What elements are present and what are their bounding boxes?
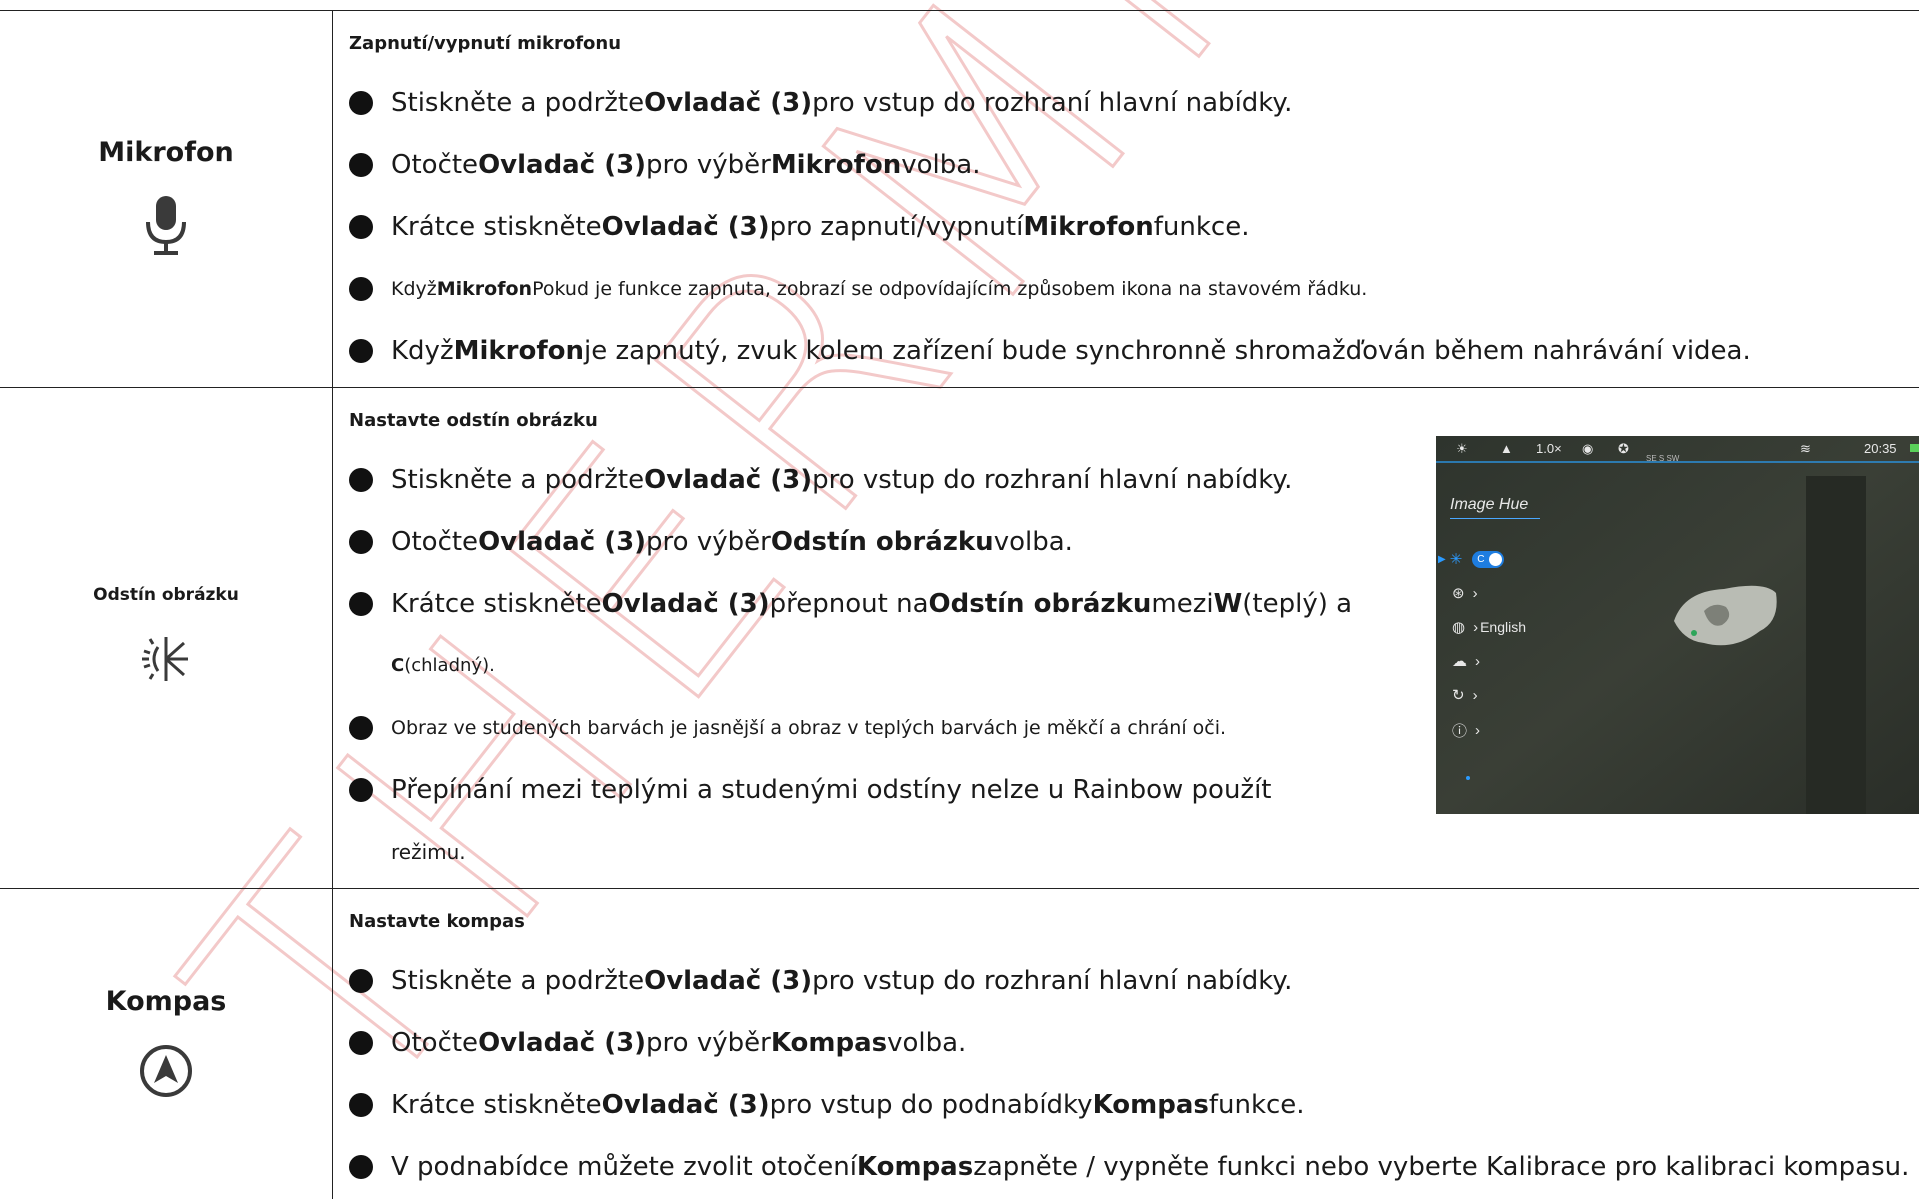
row-mikrofon: Mikrofon Zapnutí/vypnutí mikrofonu Stisk… [0, 11, 1919, 388]
list-item: V podnabídce můžete zvolit otočeníKompas… [349, 1136, 1919, 1198]
list-item: Přepínání mezi teplými a studenými odstí… [349, 759, 1919, 821]
section-heading: Nastavte odstín obrázku [349, 410, 1919, 431]
list-item: Stiskněte a podržteOvladač (3)pro vstup … [349, 72, 1919, 134]
cell-right-odstin-obrazku: Nastavte odstín obrázku Stiskněte a podr… [333, 388, 1919, 889]
section-title: Kompas [0, 986, 332, 1017]
bullet-icon [349, 339, 373, 363]
cell-left-odstin-obrazku: Odstín obrázku [0, 388, 333, 889]
bullet-icon [349, 1155, 373, 1179]
list-item: OtočteOvladač (3)pro výběrOdstín obrázku… [349, 511, 1919, 573]
bullet-icon [349, 1093, 373, 1117]
list-item: OtočteOvladač (3)pro výběrMikrofonvolba. [349, 134, 1919, 196]
list-item: Stiskněte a podržteOvladač (3)pro vstup … [349, 449, 1919, 511]
row-odstin-obrazku: Odstín obrázku [0, 388, 1919, 889]
bullet-icon [349, 592, 373, 616]
list-item: Krátce stiskněteOvladač (3)pro vstup do … [349, 1074, 1919, 1136]
list-item: Obraz ve studených barvách je jasnější a… [349, 697, 1919, 759]
microphone-icon [0, 194, 332, 262]
section-heading: Nastavte kompas [349, 911, 1919, 932]
bullet-icon [349, 468, 373, 492]
bullet-icon [349, 969, 373, 993]
bullet-icon [349, 215, 373, 239]
list-item: KdyžMikrofonje zapnutý, zvuk kolem zaříz… [349, 320, 1919, 382]
section-heading: Zapnutí/vypnutí mikrofonu [349, 33, 1919, 54]
section-title: Odstín obrázku [0, 585, 332, 605]
row-kompas: Kompas Nastavte kompas Stiskněte a podrž… [0, 889, 1919, 1199]
list-item: Stiskněte a podržteOvladač (3)pro vstup … [349, 950, 1919, 1012]
cell-left-kompas: Kompas [0, 889, 333, 1199]
bullet-icon [349, 530, 373, 554]
cell-right-mikrofon: Zapnutí/vypnutí mikrofonu Stiskněte a po… [333, 11, 1919, 388]
compass-icon [0, 1043, 332, 1103]
list-item: KdyžMikrofonPokud je funkce zapnuta, zob… [349, 258, 1919, 320]
section-title: Mikrofon [0, 137, 332, 168]
list-item: Krátce stiskněteOvladač (3)pro zapnutí/v… [349, 196, 1919, 258]
cell-left-mikrofon: Mikrofon [0, 11, 333, 388]
cell-right-kompas: Nastavte kompas Stiskněte a podržteOvlad… [333, 889, 1919, 1199]
bullet-icon [349, 277, 373, 301]
list-item-continuation: režimu. [349, 821, 1919, 883]
bullet-icon [349, 91, 373, 115]
list-item: OtočteOvladač (3)pro výběrKompasvolba. [349, 1012, 1919, 1074]
image-hue-icon [0, 631, 332, 691]
list-item-continuation: C(chladný). [349, 635, 1919, 697]
bullet-icon [349, 1031, 373, 1055]
manual-table: Mikrofon Zapnutí/vypnutí mikrofonu Stisk… [0, 10, 1919, 1199]
list-item: Krátce stiskněteOvladač (3)přepnout naOd… [349, 573, 1919, 635]
bullet-icon [349, 778, 373, 802]
bullet-icon [349, 716, 373, 740]
bullet-icon [349, 153, 373, 177]
